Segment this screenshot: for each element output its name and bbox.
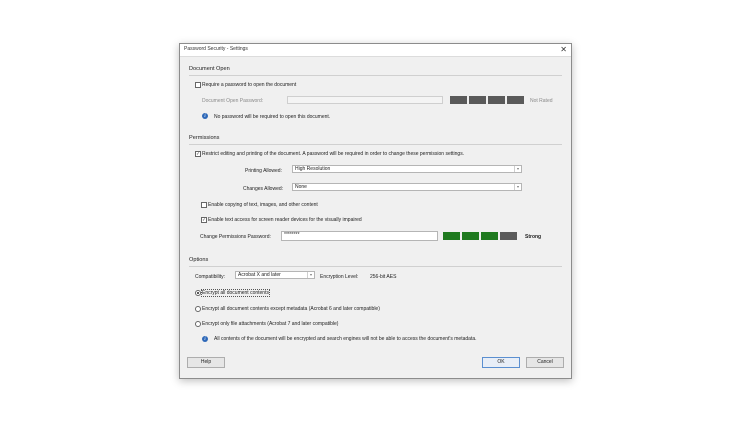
chevron-down-icon: ▾ xyxy=(514,166,521,172)
cancel-button[interactable]: Cancel xyxy=(526,357,564,368)
printing-allowed-value: High Resolution xyxy=(295,166,331,172)
radio-encrypt-except-metadata-label[interactable]: Encrypt all document contents except met… xyxy=(202,306,380,312)
enable-copying-label: Enable copying of text, images, and othe… xyxy=(208,202,318,208)
radio-encrypt-all-label[interactable]: Encrypt all document contents xyxy=(201,289,270,297)
window-title: Password Security - Settings xyxy=(184,46,248,52)
compatibility-label: Compatibility: xyxy=(195,274,226,280)
changes-allowed-select[interactable]: None ▾ xyxy=(292,183,522,191)
info-icon: i xyxy=(202,336,208,342)
document-open-password-label: Document Open Password: xyxy=(202,98,264,104)
require-open-password-label: Require a password to open the document xyxy=(202,82,297,88)
section-permissions: Permissions xyxy=(189,135,220,141)
chevron-down-icon: ▾ xyxy=(514,184,521,190)
radio-encrypt-attachments-label[interactable]: Encrypt only file attachments (Acrobat 7… xyxy=(202,321,338,327)
changes-allowed-label: Changes Allowed: xyxy=(243,186,284,192)
close-icon[interactable]: ✕ xyxy=(560,44,567,56)
permissions-password-strength-label: Strong xyxy=(525,234,542,240)
compatibility-value: Acrobat X and later xyxy=(238,272,281,278)
printing-allowed-select[interactable]: High Resolution ▾ xyxy=(292,165,522,173)
options-info-text: All contents of the document will be enc… xyxy=(214,336,477,342)
restrict-editing-checkbox[interactable]: ✓ xyxy=(195,151,201,157)
screen-reader-checkbox[interactable]: ✓ xyxy=(201,217,207,223)
divider xyxy=(189,75,562,76)
radio-encrypt-all[interactable] xyxy=(195,290,201,296)
enable-copying-checkbox[interactable] xyxy=(201,202,207,208)
divider xyxy=(189,144,562,145)
strength-segment xyxy=(450,96,467,104)
info-icon: i xyxy=(202,113,208,119)
document-open-password-field[interactable] xyxy=(287,96,443,104)
strength-segment xyxy=(443,232,460,240)
radio-encrypt-attachments[interactable] xyxy=(195,321,201,327)
title-bar: Password Security - Settings ✕ xyxy=(180,44,571,57)
strength-segment xyxy=(462,232,479,240)
restrict-editing-label: Restrict editing and printing of the doc… xyxy=(202,151,465,157)
section-options: Options xyxy=(189,257,209,263)
divider xyxy=(189,266,562,267)
section-document-open: Document Open xyxy=(189,66,230,72)
compatibility-select[interactable]: Acrobat X and later ▾ xyxy=(235,271,315,279)
change-permissions-password-field[interactable]: ******** xyxy=(281,231,438,241)
encryption-level-value: 256-bit AES xyxy=(370,274,397,280)
radio-encrypt-except-metadata[interactable] xyxy=(195,306,201,312)
ok-button[interactable]: OK xyxy=(482,357,520,368)
help-button[interactable]: Help xyxy=(187,357,225,368)
strength-segment xyxy=(488,96,505,104)
strength-segment xyxy=(481,232,498,240)
strength-segment xyxy=(507,96,524,104)
chevron-down-icon: ▾ xyxy=(307,272,314,278)
require-open-password-checkbox[interactable] xyxy=(195,82,201,88)
password-security-dialog: Password Security - Settings ✕ Document … xyxy=(179,43,572,379)
open-password-strength-label: Not Rated xyxy=(530,98,553,104)
strength-segment xyxy=(500,232,517,240)
change-permissions-password-label: Change Permissions Password: xyxy=(200,234,271,240)
encryption-level-label: Encryption Level: xyxy=(320,274,359,280)
changes-allowed-value: None xyxy=(295,184,307,190)
open-info-text: No password will be required to open thi… xyxy=(214,114,331,120)
screen-reader-label: Enable text access for screen reader dev… xyxy=(208,217,362,223)
strength-segment xyxy=(469,96,486,104)
printing-allowed-label: Printing Allowed: xyxy=(245,168,282,174)
